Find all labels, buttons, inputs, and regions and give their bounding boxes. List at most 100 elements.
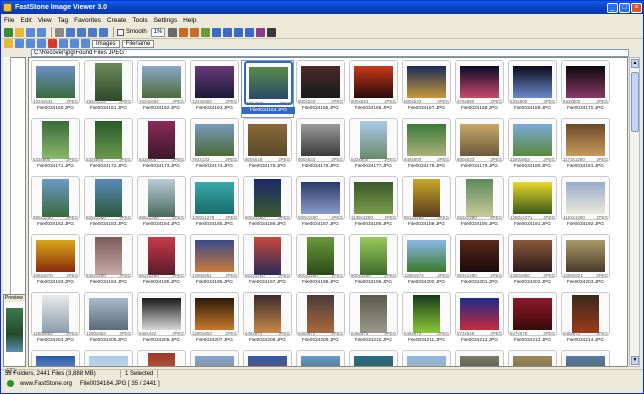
thumbnail-item[interactable]: 800x533 JPEG File0034165.JPG [294,60,347,118]
thumbnail-item[interactable] [400,350,453,366]
thumbnail-item[interactable] [188,350,241,366]
zoom-out-icon[interactable] [77,27,86,37]
thumbnail-item[interactable]: 1280x561 JPEG File0034196.JPG [188,234,241,292]
thumbnail-image[interactable] [301,356,340,366]
thumbnail-frame[interactable] [84,292,133,336]
status-site[interactable]: www.FastStone.org [16,380,76,388]
new-folder-icon[interactable] [4,39,13,48]
thumbnail-item[interactable]: 995x1280 JPEG File0034182.JPG [29,176,82,234]
menu-edit[interactable]: Edit [20,17,31,24]
thumbnail-frame[interactable] [190,176,239,220]
thumbnail-image[interactable] [566,240,605,272]
thumbnail-image[interactable] [513,182,552,214]
thumbnail-frame[interactable] [349,350,398,366]
menu-help[interactable]: Help [183,17,196,24]
thumbnail-item[interactable] [241,350,294,366]
menu-favorites[interactable]: Favorites [74,17,101,24]
thumbnail-item[interactable]: 800x1280 JPEG File0034186.JPG [241,176,294,234]
thumbnail-filename[interactable]: File0034168.JPG [453,106,506,111]
thumbnail-image[interactable] [407,66,446,98]
thumbnail-item[interactable]: 1280x853 JPEG File0034205.JPG [82,292,135,350]
thumbnail-frame[interactable] [296,350,345,366]
thumbnail-frame[interactable] [243,118,292,162]
thumbnail-item[interactable]: 1280x1279 JPEG File0034185.JPG [188,176,241,234]
actual-size-icon[interactable] [99,27,108,37]
thumbnail-image[interactable] [466,179,493,217]
thumbnail-item[interactable]: 1062x670 JPEG File0034193.JPG [29,234,82,292]
thumbnail-filename[interactable]: File0034172.JPG [82,164,135,169]
print-icon[interactable] [223,27,233,37]
thumbnail-frame[interactable] [296,176,345,220]
thumbnail-item[interactable]: 648x972 JPEG File0034209.JPG [294,292,347,350]
menu-file[interactable]: File [4,17,14,24]
thumbnail-image[interactable] [148,353,175,366]
settings-icon[interactable] [267,27,277,37]
thumbnail-filename[interactable]: File0034213.JPG [506,338,559,343]
preview-header[interactable]: Preview [4,295,25,302]
thumbnail-frame[interactable] [84,60,133,104]
thumbnail-frame[interactable] [508,176,557,220]
thumbnail-image[interactable] [566,356,605,366]
thumbnail-filename[interactable]: File0034170.JPG [559,106,612,111]
thumbnail-item[interactable]: 648x800 JPEG File0034178.JPG [400,118,453,176]
thumbnail-filename[interactable]: File0034175.JPG [241,164,294,169]
thumbnail-image[interactable] [248,124,287,156]
thumbnail-filename[interactable]: File0034184.JPG [135,222,188,227]
thumbnail-image[interactable] [354,66,393,98]
thumbnail-image[interactable] [513,124,552,156]
thumbnail-filename[interactable]: File0034173.JPG [135,164,188,169]
thumbnail-filename[interactable]: File0034165.JPG [294,106,347,111]
thumbnail-image[interactable] [95,121,122,159]
thumbnail-item[interactable] [82,350,135,366]
vertical-scrollbar[interactable]: ▲ ▼ [629,57,640,367]
thumbnail-frame[interactable] [349,292,398,336]
thumbnail-item[interactable]: 794x133 JPEG File0034174.JPG [188,118,241,176]
thumbnail-item[interactable]: 533x800 JPEG File0034170.JPG [559,60,612,118]
zoom-in-icon[interactable] [66,27,75,37]
thumbnail-image[interactable] [566,182,605,214]
thumbnail-item[interactable]: 800x533 JPEG File0034176.JPG [294,118,347,176]
thumbnail-frame[interactable] [508,234,557,278]
thumbnail-image[interactable] [460,66,499,98]
thumbnail-frame[interactable] [31,176,80,220]
copy-icon[interactable] [15,39,24,48]
thumbnail-image[interactable] [354,356,393,366]
thumbnail-item[interactable]: 648x972 JPEG File0034210.JPG [347,292,400,350]
thumbnail-frame[interactable] [243,292,292,336]
thumbnail-item[interactable]: 853x1280 JPEG File0034201.JPG [453,234,506,292]
thumbnail-filename[interactable]: File0034179.JPG [453,164,506,169]
thumbnail-frame[interactable] [31,292,80,336]
scroll-thumb[interactable] [631,72,639,132]
thumbnail-item[interactable] [294,350,347,366]
thumbnail-image[interactable] [42,179,69,217]
thumbnail-filename[interactable]: File0034181.JPG [559,164,612,169]
thumbnail-frame[interactable] [243,176,292,220]
thumbnail-image[interactable] [42,121,69,159]
thumbnail-image[interactable] [572,295,599,333]
menu-settings[interactable]: Settings [154,17,178,24]
thumbnail-filename[interactable]: File0034204.JPG [29,338,82,343]
email-icon[interactable] [212,27,222,37]
thumbnail-image[interactable] [142,298,181,330]
thumbnail-item[interactable] [453,350,506,366]
maximize-button[interactable]: □ [619,2,630,13]
thumbnail-frame[interactable] [137,118,186,162]
thumbnail-frame[interactable] [561,176,610,220]
thumbnail-image[interactable] [95,63,122,101]
slideshow-icon[interactable] [201,27,211,37]
thumbnail-item[interactable]: 1024x682 JPEG File0034162.JPG [135,60,188,118]
thumbnail-image[interactable] [460,298,499,330]
effects-icon[interactable] [256,27,266,37]
thumbnail-frame[interactable] [349,234,398,278]
thumbnail-filename[interactable]: File0034176.JPG [294,164,347,169]
thumbnail-image[interactable] [148,237,175,275]
thumbnail-item[interactable]: 1280x960 JPEG File0034202.JPG [506,234,559,292]
thumbnail-filename[interactable]: File0034214.JPG [559,338,612,343]
folder-icon[interactable] [15,27,24,37]
thumbnail-filename[interactable]: File0034195.JPG [135,280,188,285]
thumbnail-image[interactable] [36,66,75,98]
thumbnail-image[interactable] [148,121,175,159]
thumbnail-filename[interactable]: File0034174.JPG [188,164,241,169]
thumbnail-item[interactable]: 995x1280 JPEG File0034184.JPG [135,176,188,234]
thumbnail-image[interactable] [148,179,175,217]
